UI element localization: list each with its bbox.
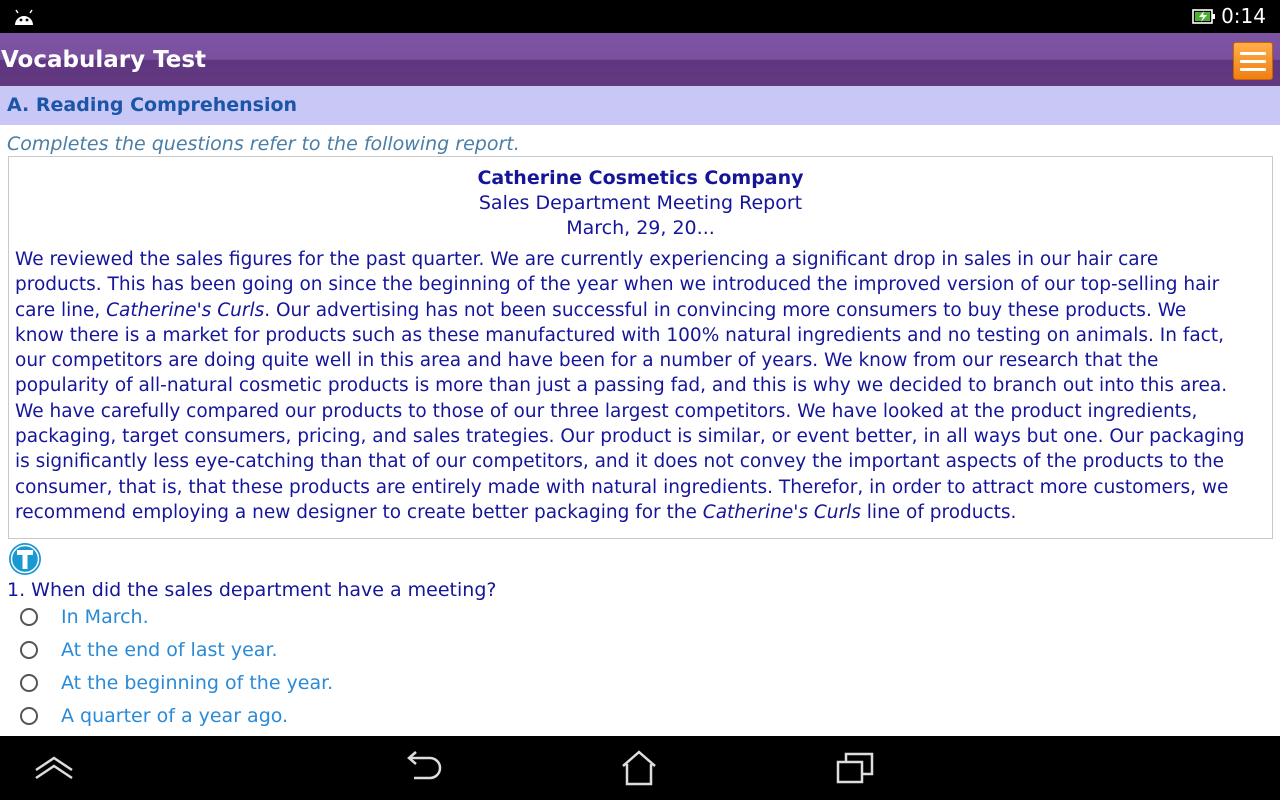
report-line: We have carefully compared our products … <box>15 400 1198 422</box>
report-text: care line, <box>15 299 107 321</box>
answer-label[interactable]: In March. <box>61 605 149 629</box>
product-name: Catherine's Curls <box>106 299 265 321</box>
recent-up-icon[interactable] <box>30 746 78 790</box>
report-line: We reviewed the sales figures for the pa… <box>15 249 1159 270</box>
answer-label[interactable]: At the beginning of the year. <box>61 671 333 695</box>
report-line: packaging, target consumers, pricing, an… <box>15 426 1245 448</box>
instruction-text: Completes the questions refer to the fol… <box>7 133 520 155</box>
radio-button[interactable] <box>20 641 38 659</box>
answer-label[interactable]: At the end of last year. <box>61 638 278 662</box>
report-company: Catherine Cosmetics Company <box>477 167 804 189</box>
report-text: recommend employing a new designer to cr… <box>15 501 703 523</box>
report-text: line of products. <box>860 501 1017 523</box>
home-icon[interactable] <box>615 746 663 790</box>
product-name: Catherine's Curls <box>702 501 861 523</box>
recent-apps-icon[interactable] <box>832 746 880 790</box>
menu-button[interactable] <box>1233 42 1273 80</box>
radio-button[interactable] <box>20 608 38 626</box>
battery-charging-icon <box>1192 9 1215 24</box>
radio-button[interactable] <box>20 674 38 692</box>
back-icon[interactable] <box>400 746 448 790</box>
report-text: . Our advertising has not been successfu… <box>264 299 1187 321</box>
report-line: is significantly less eye-catching than … <box>15 451 1225 473</box>
status-time: 0:14 <box>1221 4 1266 28</box>
report-line: products. This has been going on since t… <box>15 274 1220 296</box>
report-subtitle: Sales Department Meeting Report <box>478 192 803 214</box>
translate-icon[interactable] <box>7 542 43 576</box>
report-panel: Catherine Cosmetics Company Sales Depart… <box>8 156 1273 539</box>
section-header: A. Reading Comprehension <box>0 86 1280 125</box>
report-line: recommend employing a new designer to cr… <box>15 500 1263 525</box>
navigation-bar <box>0 736 1280 800</box>
report-line: popularity of all-natural cosmetic produ… <box>15 375 1228 397</box>
report-line: our competitors are doing quite well in … <box>15 350 1159 372</box>
radio-button[interactable] <box>20 707 38 725</box>
report-line: consumer, that is, that these products a… <box>15 476 1229 498</box>
report-line: know there is a market for products such… <box>15 324 1224 346</box>
action-bar: Vocabulary Test <box>0 33 1280 86</box>
status-bar: 0:14 <box>0 0 1280 33</box>
answer-label[interactable]: A quarter of a year ago. <box>61 704 288 728</box>
report-body: We reviewed the sales figures for the pa… <box>15 247 1263 525</box>
app-title: Vocabulary Test <box>1 47 207 73</box>
section-title: A. Reading Comprehension <box>7 94 298 116</box>
question-text: 1. When did the sales department have a … <box>7 579 497 601</box>
android-icon <box>15 9 33 25</box>
report-line: care line, Catherine's Curls. Our advert… <box>15 298 1263 323</box>
report-date: March, 29, 20... <box>566 217 715 239</box>
